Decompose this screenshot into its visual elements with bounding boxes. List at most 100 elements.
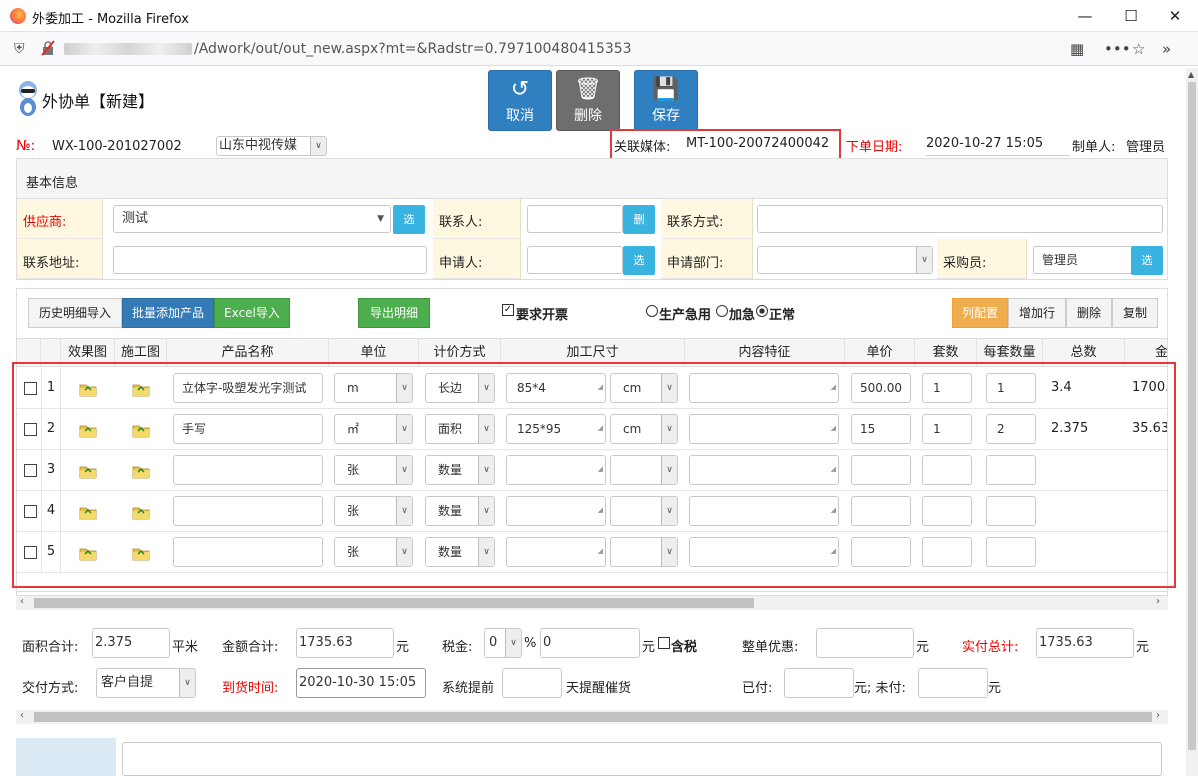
- tax-rate-select[interactable]: 0 ∨: [484, 628, 522, 658]
- actual-total-label: 实付总计:: [962, 640, 1019, 655]
- more-icon[interactable]: •••: [1104, 40, 1131, 58]
- order-date-label: 下单日期:: [846, 140, 903, 155]
- form-horizontal-scrollbar[interactable]: ‹ ›: [16, 710, 1168, 724]
- tax-value-input[interactable]: 0: [540, 628, 640, 658]
- media-value[interactable]: MT-100-20072400042: [686, 136, 829, 151]
- dept-select[interactable]: ∨: [757, 246, 933, 274]
- order-date-value[interactable]: 2020-10-27 15:05: [926, 136, 1070, 156]
- chevron-down-icon: ∨: [179, 669, 195, 697]
- paid-input[interactable]: [784, 668, 854, 698]
- copy-row-button[interactable]: 复制: [1112, 298, 1158, 328]
- grid-highlight-box: [12, 362, 1176, 588]
- area-total-input[interactable]: 2.375: [92, 628, 170, 658]
- tax-label: 税金:: [442, 640, 473, 655]
- contact-way-label: 联系方式:: [667, 215, 724, 230]
- buyer-input[interactable]: 管理员: [1033, 246, 1133, 274]
- history-import-button[interactable]: 历史明细导入: [28, 298, 122, 328]
- grid-horizontal-scrollbar[interactable]: ‹ ›: [16, 596, 1168, 610]
- scroll-right-icon[interactable]: ›: [1156, 710, 1160, 721]
- remind-days-input[interactable]: [502, 668, 562, 698]
- vertical-scrollbar[interactable]: ▲: [1186, 68, 1198, 776]
- scroll-left-icon[interactable]: ‹: [20, 596, 24, 607]
- contact-input[interactable]: [527, 205, 623, 233]
- actual-total-input[interactable]: 1735.63: [1036, 628, 1134, 658]
- caret-down-icon: ▼: [377, 214, 384, 224]
- select-applicant-button[interactable]: 选: [623, 246, 655, 275]
- scroll-right-icon[interactable]: ›: [1156, 596, 1160, 607]
- applicant-input[interactable]: [527, 246, 623, 274]
- scroll-up-icon[interactable]: ▲: [1188, 70, 1194, 79]
- maximize-icon[interactable]: ☐: [1108, 0, 1154, 32]
- minimize-icon[interactable]: —: [1062, 0, 1108, 32]
- add-row-button[interactable]: 增加行: [1008, 298, 1066, 328]
- rush-label: 加急: [729, 308, 756, 323]
- chevron-down-icon: ∨: [310, 137, 326, 155]
- delete-button[interactable]: 🗑 删除: [556, 70, 620, 131]
- normal-label: 正常: [769, 308, 796, 323]
- contact-way-input[interactable]: [757, 205, 1163, 233]
- invoice-checkbox[interactable]: ✓: [502, 304, 514, 316]
- percent-label: %: [524, 636, 537, 651]
- excel-import-button[interactable]: Excel导入: [214, 298, 290, 328]
- save-button[interactable]: 💾 保存: [634, 70, 698, 131]
- tax-included-label: 含税: [671, 640, 698, 655]
- url-text[interactable]: /Adwork/out/out_new.aspx?mt=&Radstr=0.79…: [194, 41, 632, 57]
- cancel-button[interactable]: ↺ 取消: [488, 70, 552, 131]
- area-unit-label: 平米: [172, 640, 199, 655]
- close-icon[interactable]: ✕: [1152, 0, 1198, 32]
- applicant-label: 申请人:: [439, 256, 483, 271]
- mascot-logo-icon: [19, 81, 37, 116]
- delete-contact-button[interactable]: 删: [623, 205, 655, 234]
- chevron-down-icon: ∨: [505, 629, 521, 657]
- shield-icon[interactable]: ⛨: [14, 41, 25, 57]
- delivery-select[interactable]: 客户自提 ∨: [96, 668, 196, 698]
- discount-label: 整单优惠:: [742, 640, 799, 655]
- supplier-select[interactable]: 测试 ▼: [113, 205, 391, 233]
- export-detail-button[interactable]: 导出明细: [358, 298, 430, 328]
- company-select[interactable]: 山东中视传媒 ∨: [216, 136, 327, 156]
- maker-label: 制单人:: [1072, 140, 1116, 155]
- basic-info-panel: 基本信息 供应商: 测试 ▼ 选 联系人: 删 联系方式: 联系地址: 申请人:…: [16, 158, 1168, 280]
- form-scroll-thumb[interactable]: [34, 712, 1152, 722]
- delivery-label: 交付方式:: [22, 681, 79, 696]
- bookmark-star-icon[interactable]: ☆: [1132, 40, 1145, 58]
- select-buyer-button[interactable]: 选: [1131, 246, 1163, 275]
- floppy-disk-icon: 💾: [652, 77, 680, 102]
- remark-textarea[interactable]: [122, 742, 1162, 776]
- actual-yuan-label: 元: [1136, 640, 1150, 655]
- rush-radio[interactable]: [716, 305, 728, 317]
- buyer-label: 采购员:: [943, 256, 987, 271]
- tax-yuan-label: 元: [642, 640, 656, 655]
- url-bar: ⛨ /Adwork/out/out_new.aspx?mt=&Radstr=0.…: [0, 32, 1198, 66]
- contact-label: 联系人:: [439, 215, 483, 230]
- normal-radio[interactable]: [756, 305, 768, 317]
- urgent-prod-radio[interactable]: [646, 305, 658, 317]
- overflow-chevron-icon[interactable]: »: [1162, 40, 1171, 58]
- address-label: 联系地址:: [23, 256, 80, 271]
- amount-total-input[interactable]: 1735.63: [296, 628, 394, 658]
- amount-total-label: 金额合计:: [222, 640, 279, 655]
- grid-scroll-thumb[interactable]: [34, 598, 754, 608]
- chevron-down-icon: ∨: [916, 247, 932, 273]
- insecure-lock-icon[interactable]: [40, 40, 56, 56]
- unpaid-yuan-label: 元: [988, 681, 1002, 696]
- undo-icon: ↺: [510, 77, 530, 102]
- order-no-value: WX-100-201027002: [52, 139, 182, 154]
- discount-input[interactable]: [816, 628, 914, 658]
- batch-add-button[interactable]: 批量添加产品: [122, 298, 214, 328]
- unpaid-label: 元; 未付:: [854, 681, 906, 696]
- column-config-button[interactable]: 列配置: [952, 298, 1008, 328]
- supplier-label: 供应商:: [23, 215, 67, 230]
- remark-label-cell: [16, 738, 116, 776]
- firefox-icon: [10, 8, 26, 24]
- unpaid-input[interactable]: [918, 668, 988, 698]
- scroll-thumb[interactable]: [1188, 82, 1196, 750]
- arrival-time-input[interactable]: 2020-10-30 15:05: [296, 668, 426, 698]
- qr-code-icon[interactable]: ▦: [1070, 40, 1084, 58]
- tax-included-checkbox[interactable]: [658, 637, 670, 649]
- urgent-prod-label: 生产急用: [659, 308, 712, 323]
- delete-row-button[interactable]: 删除: [1066, 298, 1112, 328]
- address-input[interactable]: [113, 246, 427, 274]
- select-supplier-button[interactable]: 选: [393, 205, 425, 234]
- scroll-left-icon[interactable]: ‹: [20, 710, 24, 721]
